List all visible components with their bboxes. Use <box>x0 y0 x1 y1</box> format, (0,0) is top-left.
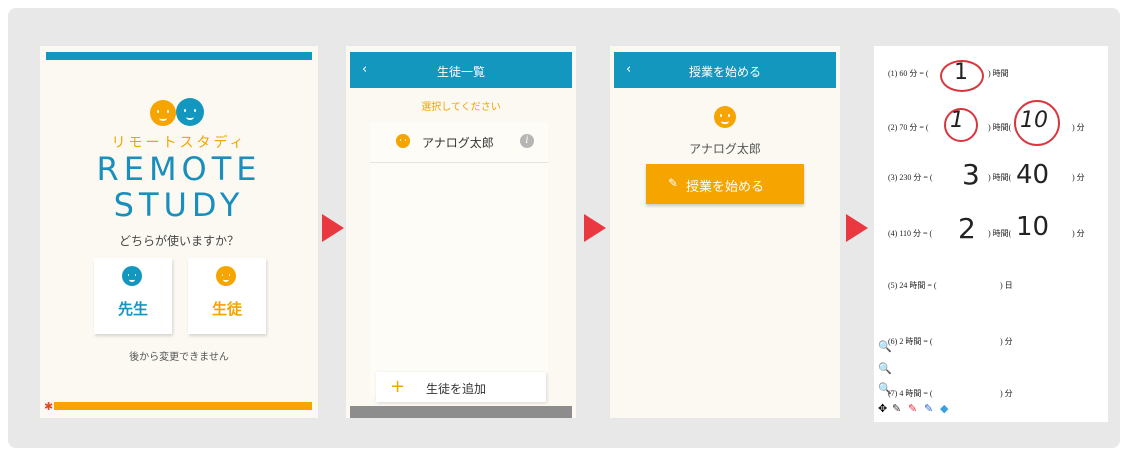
handwritten-answer: 10 <box>1016 212 1050 242</box>
start-lesson-button[interactable]: ✎ 授業を始める <box>646 164 804 204</box>
header-bar: ‹ 授業を始める <box>614 52 836 88</box>
teacher-label: 先生 <box>117 300 148 318</box>
pencil-blue-icon[interactable]: ✎ <box>924 402 933 415</box>
select-prompt: 選択してください <box>421 102 501 113</box>
student-mascot-icon <box>150 100 176 126</box>
student-avatar-icon <box>714 106 736 128</box>
header-title: 授業を始める <box>688 65 761 79</box>
handwritten-answer: 40 <box>1016 160 1050 190</box>
eraser-icon[interactable]: ◆ <box>940 402 948 415</box>
plus-icon: + <box>390 376 406 397</box>
student-icon <box>216 266 236 286</box>
handwritten-answer: 1 <box>954 60 968 85</box>
flow-arrow-icon <box>584 214 606 242</box>
student-avatar-icon <box>396 134 410 148</box>
header-bar: ‹ 生徒一覧 <box>350 52 572 88</box>
pencil-icon: ✎ <box>668 176 679 190</box>
student-name: アナログ太郎 <box>422 136 494 150</box>
teacher-icon <box>122 266 142 286</box>
start-lesson-screen: ‹ 授業を始める アナログ太郎 ✎ 授業を始める <box>610 46 840 418</box>
handwritten-answer: 1 <box>950 108 964 133</box>
flow-arrow-icon <box>846 214 868 242</box>
teacher-button[interactable]: 先生 <box>94 258 172 334</box>
worksheet-canvas[interactable]: (1) 60 分 = ( ) 時間 1 (2) 70 分 = ( ) 時間( )… <box>874 46 1108 422</box>
add-student-label: 生徒を追加 <box>426 382 487 396</box>
handwritten-answer: 2 <box>958 212 976 245</box>
info-icon[interactable]: i <box>520 134 534 148</box>
teacher-mascot-icon <box>176 98 204 126</box>
move-icon[interactable]: ✥ <box>878 402 887 415</box>
header-title: 生徒一覧 <box>436 65 485 79</box>
top-accent-bar <box>46 52 312 60</box>
zoom-in-icon[interactable]: 🔍 <box>878 340 892 353</box>
handwritten-answer: 3 <box>962 158 980 191</box>
role-question: どちらが使いますか？ <box>118 234 239 248</box>
handwritten-answer: 10 <box>1020 108 1048 133</box>
flow-arrow-icon <box>322 214 344 242</box>
cannot-change-note: 後から変更できません <box>129 352 229 363</box>
student-list-screen: ‹ 生徒一覧 選択してください アナログ太郎 i + 生徒を追加 <box>346 46 576 418</box>
pencil-red-icon[interactable]: ✎ <box>908 402 917 415</box>
student-label: 生徒 <box>211 300 242 318</box>
settings-icon[interactable]: ✱ <box>44 400 53 413</box>
student-button[interactable]: 生徒 <box>188 258 266 334</box>
add-student-button[interactable]: + 生徒を追加 <box>376 372 546 402</box>
pencil-black-icon[interactable]: ✎ <box>892 402 901 415</box>
start-lesson-label: 授業を始める <box>686 180 765 195</box>
bottom-accent-bar <box>54 402 312 410</box>
app-logo-line1: REMOTE <box>96 150 262 188</box>
list-item[interactable]: アナログ太郎 i <box>370 122 548 163</box>
zoom-reset-icon[interactable]: 🔍 <box>878 382 892 395</box>
student-name: アナログ太郎 <box>689 142 761 156</box>
app-title-kana: リモートスタディ <box>111 135 247 151</box>
role-select-screen: リモートスタディ REMOTE STUDY どちらが使いますか？ 先生 生徒 後… <box>40 46 318 418</box>
app-logo-line2: STUDY <box>113 186 245 224</box>
android-nav-bar <box>350 406 572 418</box>
zoom-out-icon[interactable]: 🔍 <box>878 362 892 375</box>
student-list: アナログ太郎 i <box>370 122 548 396</box>
